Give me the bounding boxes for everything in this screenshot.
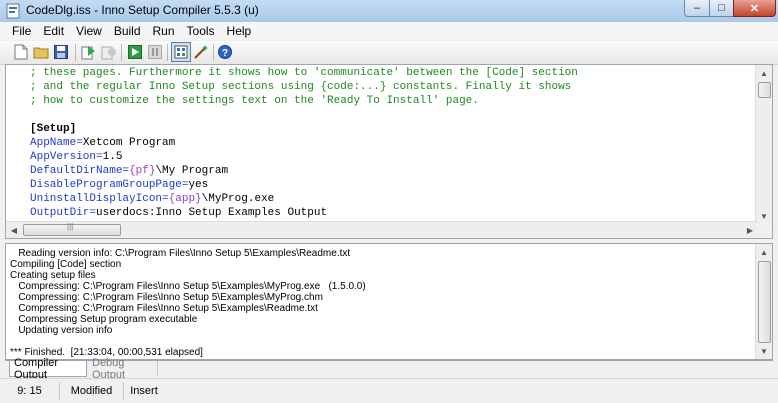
menu-run[interactable]: Run <box>147 24 181 38</box>
directive-value: 1.5 <box>102 151 123 163</box>
close-button[interactable]: ✕ <box>733 0 776 17</box>
cursor-position: 9: 15 <box>0 382 60 400</box>
scrollbar-corner <box>756 222 772 238</box>
status-bar: 9: 15 Modified Insert <box>0 378 778 403</box>
directive-value: \MyProg.exe <box>201 193 275 205</box>
new-icon[interactable] <box>13 44 29 60</box>
modified-indicator: Modified <box>60 382 124 400</box>
main-window: CodeDlg.iss - Inno Setup Compiler 5.5.3 … <box>0 0 778 403</box>
scroll-up-icon[interactable]: ▲ <box>756 65 772 81</box>
minimize-button[interactable]: – <box>684 0 710 17</box>
menu-bar: File Edit View Build Run Tools Help <box>0 22 778 40</box>
editor-vertical-scrollbar[interactable]: ▲ ▼ <box>755 65 772 224</box>
directive-value: userdocs:Inno Setup Examples Output <box>96 207 328 219</box>
directive-value: yes <box>188 179 209 191</box>
scroll-left-icon[interactable]: ◀ <box>6 222 22 238</box>
code-directive-line: OutputDir=userdocs:Inno Setup Examples O… <box>30 206 327 220</box>
svg-text:?: ? <box>222 48 228 59</box>
open-folder-icon[interactable] <box>33 44 49 60</box>
code-directive-line: UninstallDisplayIcon={app}\MyProg.exe <box>30 192 274 206</box>
directive-constant: {pf} <box>129 165 156 177</box>
output-line: Updating version info <box>10 325 113 336</box>
tab-debug-output[interactable]: Debug Output <box>88 357 158 381</box>
toolbar: ? <box>0 41 778 65</box>
menu-build[interactable]: Build <box>108 24 147 38</box>
code-section-header: [Setup] <box>30 123 77 135</box>
wizard-icon[interactable] <box>193 44 209 60</box>
pause-icon[interactable] <box>147 44 163 60</box>
directive-key: AppVersion <box>30 151 97 163</box>
help-icon[interactable]: ? <box>217 44 233 60</box>
directive-key: AppName <box>30 137 77 149</box>
menu-edit[interactable]: Edit <box>37 24 70 38</box>
title-bar[interactable]: CodeDlg.iss - Inno Setup Compiler 5.5.3 … <box>0 0 778 23</box>
directive-key: DisableProgramGroupPage <box>30 179 182 191</box>
directive-key: OutputDir <box>30 207 90 219</box>
code-comment-line: ; how to customize the settings text on … <box>30 95 479 107</box>
scroll-up-icon[interactable]: ▲ <box>756 244 772 260</box>
directive-key: DefaultDirName <box>30 165 123 177</box>
code-directive-line: AppVersion=1.5 <box>30 150 122 164</box>
scroll-grip: ||| <box>67 222 74 231</box>
stop-compile-icon[interactable] <box>101 44 117 60</box>
compile-icon[interactable] <box>81 44 97 60</box>
code-directive-line: DefaultDirName={pf}\My Program <box>30 164 228 178</box>
toolbar-separator <box>167 44 168 61</box>
directive-key: UninstallDisplayIcon <box>30 193 163 205</box>
directive-equals: = <box>162 193 169 205</box>
menu-view[interactable]: View <box>70 24 108 38</box>
toolbar-separator <box>121 44 122 61</box>
window-title: CodeDlg.iss - Inno Setup Compiler 5.5.3 … <box>26 3 259 17</box>
output-line: Compressing: C:\Program Files\Inno Setup… <box>10 281 366 292</box>
editor-vscroll-thumb[interactable] <box>758 82 771 98</box>
directive-equals: = <box>96 151 103 163</box>
tab-compiler-output[interactable]: Compiler Output <box>9 357 87 381</box>
scroll-down-icon[interactable]: ▼ <box>756 343 772 359</box>
output-vscroll-thumb[interactable] <box>758 261 771 343</box>
run-icon[interactable] <box>127 44 143 60</box>
insert-mode-indicator: Insert <box>130 385 158 397</box>
menu-file[interactable]: File <box>0 24 37 38</box>
output-line: Creating setup files <box>10 270 96 281</box>
directive-constant: {app} <box>168 193 202 205</box>
menu-tools[interactable]: Tools <box>181 24 221 38</box>
toolbar-separator <box>75 44 76 61</box>
maximize-button[interactable]: □ <box>709 0 734 17</box>
compiler-output-pane[interactable]: Reading version info: C:\Program Files\I… <box>5 243 773 360</box>
editor-horizontal-scrollbar[interactable]: ◀ ||| ▶ <box>6 221 758 238</box>
directive-value: \My Program <box>155 165 229 177</box>
toolbar-separator <box>213 44 214 61</box>
code-comment-line: ; and the regular Inno Setup sections us… <box>30 81 572 93</box>
directive-value: Xetcom Program <box>82 137 176 149</box>
code-directive-line: DisableProgramGroupPage=yes <box>30 178 208 192</box>
code-directive-line: AppName=Xetcom Program <box>30 136 175 150</box>
code-comment-line: ; these pages. Furthermore it shows how … <box>30 67 578 79</box>
output-line: Compiling [Code] section <box>10 259 122 270</box>
directive-equals: = <box>76 137 83 149</box>
save-icon[interactable] <box>53 44 69 60</box>
output-line: Reading version info: C:\Program Files\I… <box>10 248 351 259</box>
output-line: Compressing: C:\Program Files\Inno Setup… <box>10 292 323 303</box>
script-editor[interactable]: ; these pages. Furthermore it shows how … <box>5 64 773 239</box>
inno-setup-app-icon <box>6 3 20 19</box>
target-icon[interactable] <box>171 42 191 62</box>
output-vertical-scrollbar[interactable]: ▲ ▼ <box>755 244 772 359</box>
menu-help[interactable]: Help <box>221 24 258 38</box>
editor-hscroll-thumb[interactable]: ||| <box>23 222 121 236</box>
output-line: Compressing Setup program executable <box>10 314 198 325</box>
output-tabs: Compiler Output Debug Output <box>5 357 773 381</box>
output-line: Compressing: C:\Program Files\Inno Setup… <box>10 303 318 314</box>
